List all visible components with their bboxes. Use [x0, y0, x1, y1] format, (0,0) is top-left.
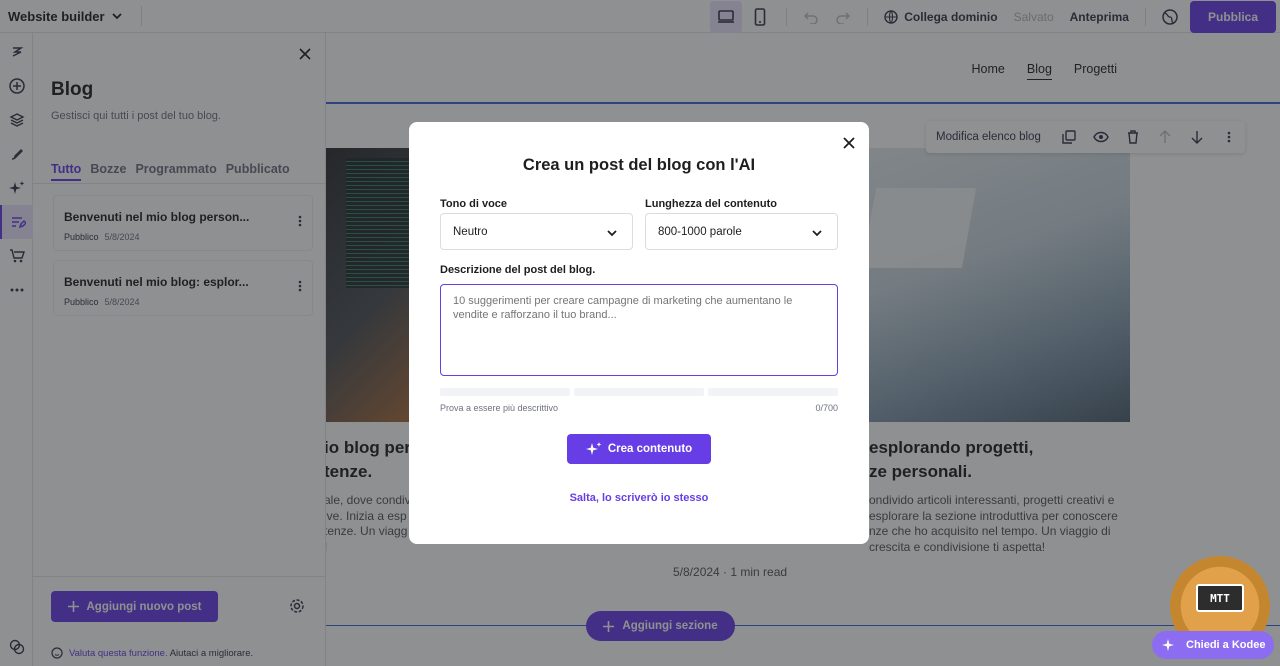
character-counter: 0/700 — [815, 403, 838, 413]
ask-kodee-button[interactable]: Chiedi a Kodee — [1152, 631, 1274, 659]
close-icon — [843, 137, 855, 149]
tone-select[interactable]: Neutro — [440, 213, 633, 250]
skip-link[interactable]: Salta, lo scriverò io stesso — [409, 492, 869, 504]
description-hint: Prova a essere più descrittivo — [440, 403, 559, 413]
tone-label: Tono di voce — [440, 198, 508, 210]
chevron-down-icon — [812, 230, 822, 237]
kodee-sparkle-icon — [1162, 639, 1174, 651]
length-label: Lunghezza del contenuto — [645, 198, 777, 210]
create-content-button[interactable]: Crea contenuto — [567, 434, 711, 464]
chevron-down-icon — [607, 230, 617, 237]
sparkle-icon — [585, 442, 602, 455]
length-select[interactable]: 800-1000 parole — [645, 213, 838, 250]
ai-blog-post-dialog: Crea un post del blog con l'AI Tono di v… — [409, 122, 869, 544]
dialog-title: Crea un post del blog con l'AI — [522, 156, 756, 174]
description-strength-meter — [440, 388, 838, 396]
close-dialog-button[interactable] — [843, 136, 855, 154]
description-label: Descrizione del post del blog. — [440, 264, 596, 276]
description-textarea[interactable] — [440, 284, 838, 376]
